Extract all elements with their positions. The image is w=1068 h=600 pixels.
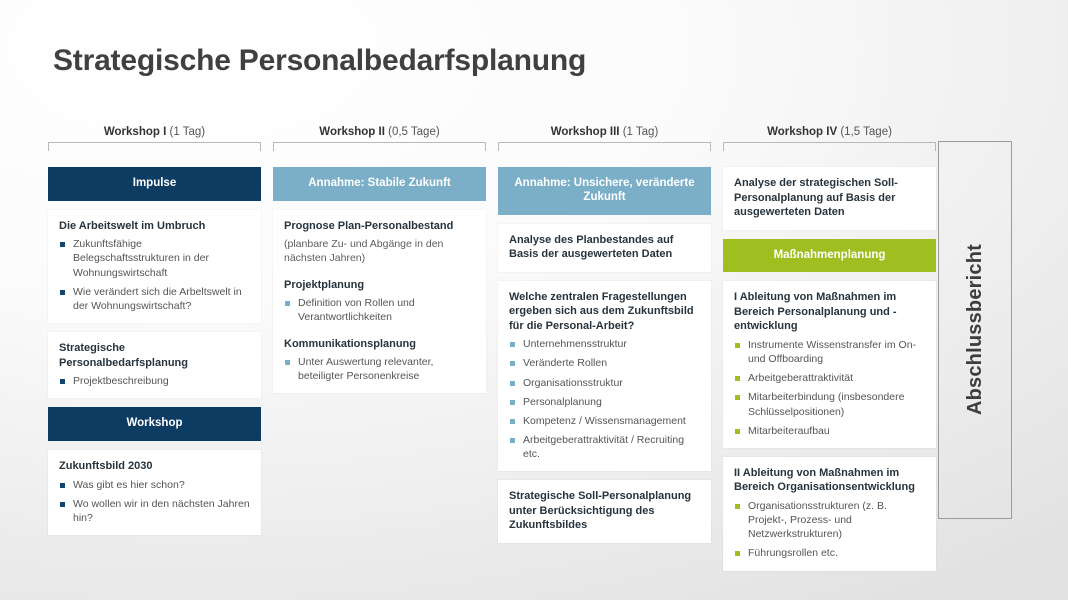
content-card: Analyse des Planbestandes auf Basis der … — [498, 223, 711, 272]
bullet-list: Projektbeschreibung — [59, 374, 250, 388]
final-report-panel: Abschlussbericht — [938, 141, 1012, 519]
card-title: I Ableitung von Maßnahmen im Bereich Per… — [734, 291, 897, 333]
workshop-columns: Workshop I (1 Tag) Impulse Die Arbeitswelt… — [48, 126, 936, 580]
page-title: Strategische Personalbedarfsplanung — [53, 44, 587, 77]
workshop-name: Workshop IV — [767, 126, 838, 138]
workshop-bracket — [273, 142, 486, 151]
card-title: Analyse des Planbestandes auf Basis der … — [509, 233, 674, 261]
workshop-header-4: Workshop IV (1,5 Tage) — [723, 126, 936, 138]
workshop-duration: (1 Tag) — [169, 126, 206, 138]
list-item: Mitarbeiterbindung (insbesondere Schlüss… — [734, 390, 925, 418]
card-group: Projektplanung Definition von Rollen und … — [284, 278, 475, 325]
workshop-bracket — [723, 142, 936, 151]
list-item: Projektbeschreibung — [59, 374, 250, 388]
list-item: Was gibt es hier schon? — [59, 478, 250, 492]
section-banner: Workshop — [48, 407, 261, 442]
card-title: Die Arbeitswelt im Umbruch — [59, 219, 206, 232]
card-group: Prognose Plan-Personalbestand (planbare Z… — [284, 219, 475, 266]
content-card: Zukunftsbild 2030 Was gibt es hier schon?… — [48, 450, 261, 536]
card-title: Strategische Soll-Personalplanung unter … — [509, 490, 692, 532]
card-group: I Ableitung von Maßnahmen im Bereich Per… — [734, 290, 925, 438]
workshop-name: Workshop I — [103, 126, 167, 138]
bullet-list: Organisationsstrukturen (z. B. Projekt-,… — [734, 499, 925, 561]
list-item: Führungsrollen etc. — [734, 546, 925, 560]
content-card: II Ableitung von Maßnahmen im Bereich Or… — [723, 456, 936, 571]
content-card: Analyse der strategischen Soll-Personalp… — [723, 167, 936, 230]
content-card: Die Arbeitswelt im Umbruch Zukunftsfähige… — [48, 209, 261, 324]
card-group: Kommunikationsplanung Unter Auswertung re… — [284, 337, 475, 384]
workshop-duration: (1 Tag) — [622, 126, 659, 138]
workshop-column-4: Workshop IV (1,5 Tage) Analyse der strate… — [723, 126, 936, 580]
card-group: Analyse des Planbestandes auf Basis der … — [509, 233, 700, 262]
list-item: Instrumente Wissenstransfer im On- und O… — [734, 338, 925, 366]
workshop-name: Workshop II — [319, 126, 385, 138]
card-title: Strategische Personalbedarfsplanung — [59, 342, 188, 369]
list-item: Personalplanung — [509, 395, 700, 409]
card-group: Zukunftsbild 2030 Was gibt es hier schon?… — [59, 459, 250, 525]
card-title: Zukunftsbild 2030 — [59, 460, 153, 473]
workshop-column-3: Workshop III (1 Tag) Annahme: Unsichere, … — [498, 126, 711, 552]
list-item: Arbeitgeberattraktivität — [734, 371, 925, 385]
card-group: Welche zentralen Fragestellungen ergeben… — [509, 290, 700, 462]
section-banner: Annahme: Unsichere, veränderte Zukunft — [498, 167, 711, 215]
card-title: Projektplanung — [284, 278, 365, 291]
workshop-column-2: Workshop II (0,5 Tage) Annahme: Stabile Z… — [273, 126, 486, 402]
content-card: Welche zentralen Fragestellungen ergeben… — [498, 280, 711, 472]
bullet-list: Zukunftsfähige Belegschaftsstrukturen in… — [59, 237, 250, 313]
bullet-list: Unter Auswertung relevanter, beteiligter… — [284, 355, 475, 383]
workshop-bracket — [48, 142, 261, 151]
card-title: II Ableitung von Maßnahmen im Bereich Or… — [734, 466, 915, 494]
workshop-bracket — [498, 142, 711, 151]
bullet-list: Unternehmensstruktur Veränderte Rollen Org… — [509, 337, 700, 461]
list-item: Wo wollen wir in den nächsten Jahren hin… — [59, 497, 250, 525]
content-card: Prognose Plan-Personalbestand (planbare Z… — [273, 209, 486, 394]
bullet-list: Was gibt es hier schon? Wo wollen wir in … — [59, 478, 250, 526]
card-group: Die Arbeitswelt im Umbruch Zukunftsfähige… — [59, 219, 250, 313]
content-card: I Ableitung von Maßnahmen im Bereich Per… — [723, 281, 936, 448]
list-item: Kompetenz / Wissensmanagement — [509, 414, 700, 428]
workshop-column-1: Workshop I (1 Tag) Impulse Die Arbeitswelt… — [48, 126, 261, 544]
section-banner: Impulse — [48, 167, 261, 201]
list-item: Arbeitgeberattraktivität / Recruiting et… — [509, 433, 700, 461]
card-note: (planbare Zu- und Abgänge in den nächste… — [284, 238, 444, 265]
list-item: Zukunftsfähige Belegschaftsstrukturen in… — [59, 237, 250, 280]
workshop-header-3: Workshop III (1 Tag) — [498, 126, 711, 138]
workshop-header-2: Workshop II (0,5 Tage) — [273, 126, 486, 138]
section-banner: Annahme: Stabile Zukunft — [273, 167, 486, 201]
card-title: Analyse der strategischen Soll-Personalp… — [734, 177, 898, 219]
card-title: Kommunikationsplanung — [284, 337, 416, 350]
content-card: Strategische Soll-Personalplanung unter … — [498, 480, 711, 543]
list-item: Unternehmensstruktur — [509, 337, 700, 351]
bullet-list: Instrumente Wissenstransfer im On- und O… — [734, 338, 925, 438]
section-banner: Maßnahmenplanung — [723, 238, 936, 273]
card-group: Strategische Personalbedarfsplanung Proje… — [59, 341, 250, 388]
final-report-label: Abschlussbericht — [963, 244, 986, 416]
workshop-header-1: Workshop I (1 Tag) — [48, 126, 261, 138]
card-title: Prognose Plan-Personalbestand — [284, 219, 454, 232]
list-item: Organisationsstrukturen (z. B. Projekt-,… — [734, 499, 925, 542]
content-card: Strategische Personalbedarfsplanung Proje… — [48, 332, 261, 399]
card-group: II Ableitung von Maßnahmen im Bereich Or… — [734, 466, 925, 561]
card-title: Welche zentralen Fragestellungen ergeben… — [509, 290, 694, 332]
workshop-duration: (1,5 Tage) — [840, 126, 892, 138]
workshop-duration: (0,5 Tage) — [388, 126, 440, 138]
list-item: Veränderte Rollen — [509, 356, 700, 370]
list-item: Definition von Rollen und Verantwortlich… — [284, 296, 475, 324]
bullet-list: Definition von Rollen und Verantwortlich… — [284, 296, 475, 324]
list-item: Mitarbeiteraufbau — [734, 424, 925, 438]
card-group: Analyse der strategischen Soll-Personalp… — [734, 176, 925, 220]
list-item: Wie verändert sich die Arbeltswelt in de… — [59, 285, 250, 313]
list-item: Organisationsstruktur — [509, 376, 700, 390]
card-group: Strategische Soll-Personalplanung unter … — [509, 489, 700, 533]
workshop-name: Workshop III — [550, 126, 620, 138]
list-item: Unter Auswertung relevanter, beteiligter… — [284, 355, 475, 383]
